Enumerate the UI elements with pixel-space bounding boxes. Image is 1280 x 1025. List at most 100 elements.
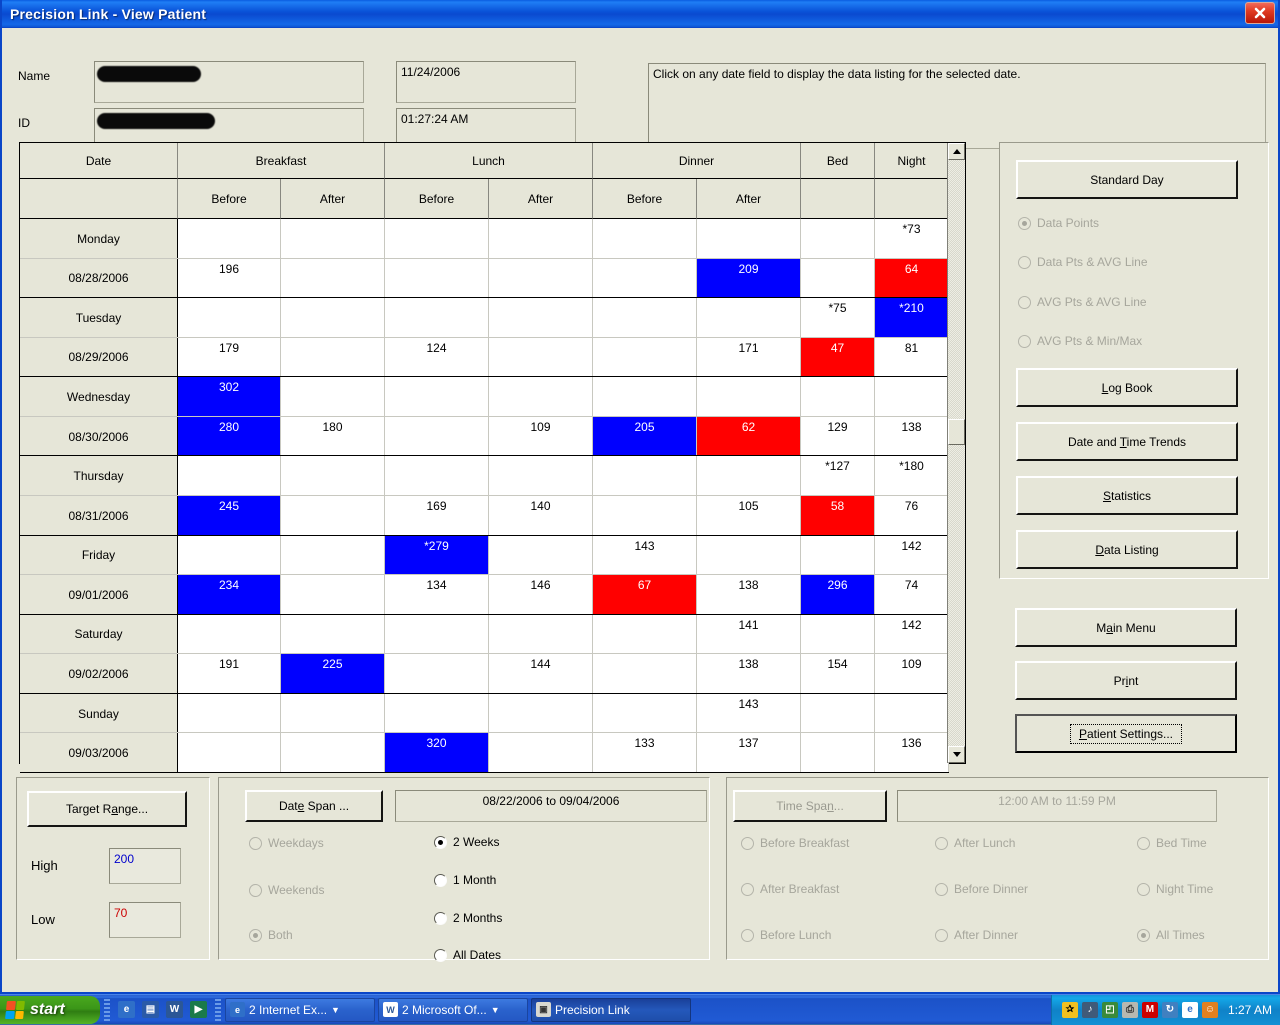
grid-cell[interactable] — [697, 536, 801, 576]
grid-cell[interactable]: 143 — [593, 536, 697, 576]
taskbar-grip[interactable] — [104, 999, 110, 1021]
date-and-time-trends-button[interactable]: Date and Time Trends — [1016, 422, 1238, 461]
grid-cell[interactable] — [489, 536, 593, 576]
grid-cell[interactable] — [281, 615, 385, 655]
row-header-date[interactable]: 09/03/2006 — [20, 733, 178, 773]
grid-cell[interactable] — [593, 219, 697, 259]
ie-tray-icon[interactable]: e — [1182, 1002, 1198, 1018]
grid-cell[interactable]: 320 — [385, 733, 489, 773]
row-header-date[interactable]: 09/02/2006 — [20, 654, 178, 694]
grid-cell[interactable] — [385, 417, 489, 457]
grid-cell[interactable] — [489, 694, 593, 734]
media-icon[interactable]: ▶ — [190, 1001, 207, 1018]
grid-cell[interactable] — [281, 338, 385, 378]
grid-cell[interactable] — [281, 456, 385, 496]
grid-cell[interactable]: 64 — [875, 259, 949, 299]
grid-cell[interactable]: 180 — [281, 417, 385, 457]
grid-cell[interactable]: 225 — [281, 654, 385, 694]
scroll-up-button[interactable] — [948, 143, 965, 160]
grid-cell[interactable]: 191 — [178, 654, 281, 694]
grid-cell[interactable] — [281, 496, 385, 536]
grid-cell[interactable]: 81 — [875, 338, 949, 378]
show-desktop-icon[interactable]: ▤ — [142, 1001, 159, 1018]
grid-cell[interactable] — [385, 377, 489, 417]
row-header-day[interactable]: Tuesday — [20, 298, 178, 338]
grid-cell[interactable] — [801, 733, 875, 773]
grid-cell[interactable] — [178, 298, 281, 338]
grid-cell[interactable]: *75 — [801, 298, 875, 338]
row-header-day[interactable]: Wednesday — [20, 377, 178, 417]
grid-cell[interactable]: 138 — [697, 575, 801, 615]
row-header-date[interactable]: 08/31/2006 — [20, 496, 178, 536]
grid-cell[interactable] — [385, 219, 489, 259]
high-field[interactable]: 200 — [109, 848, 181, 884]
grid-cell[interactable]: 280 — [178, 417, 281, 457]
grid-cell[interactable] — [281, 298, 385, 338]
scrollbar-thumb[interactable] — [948, 419, 965, 445]
grid-cell[interactable] — [489, 733, 593, 773]
grid-cell[interactable]: 169 — [385, 496, 489, 536]
chevron-down-icon[interactable]: ▼ — [331, 1005, 340, 1015]
period-2-weeks[interactable]: 2 Weeks — [434, 835, 499, 849]
row-header-day[interactable]: Saturday — [20, 615, 178, 655]
grid-cell[interactable] — [281, 694, 385, 734]
grid-cell[interactable] — [281, 536, 385, 576]
grid-scrollbar[interactable] — [947, 143, 965, 763]
grid-cell[interactable]: *210 — [875, 298, 949, 338]
internet-explorer-icon[interactable]: e — [118, 1001, 135, 1018]
grid-cell[interactable]: 209 — [697, 259, 801, 299]
grid-cell[interactable]: 67 — [593, 575, 697, 615]
grid-cell[interactable]: 138 — [697, 654, 801, 694]
grid-cell[interactable] — [593, 456, 697, 496]
grid-cell[interactable]: 129 — [801, 417, 875, 457]
row-header-day[interactable]: Monday — [20, 219, 178, 259]
grid-cell[interactable]: 205 — [593, 417, 697, 457]
print-button[interactable]: Print — [1015, 661, 1237, 700]
grid-cell[interactable]: 74 — [875, 575, 949, 615]
grid-cell[interactable]: 141 — [697, 615, 801, 655]
grid-cell[interactable] — [593, 298, 697, 338]
period-all-dates[interactable]: All Dates — [434, 948, 501, 962]
grid-cell[interactable] — [489, 615, 593, 655]
grid-cell[interactable] — [697, 298, 801, 338]
scrollbar-track[interactable] — [948, 160, 965, 746]
grid-cell[interactable] — [593, 259, 697, 299]
grid-cell[interactable] — [489, 259, 593, 299]
grid-cell[interactable]: 179 — [178, 338, 281, 378]
grid-cell[interactable]: 234 — [178, 575, 281, 615]
mcafee-icon[interactable]: M — [1142, 1002, 1158, 1018]
grid-cell[interactable]: 138 — [875, 417, 949, 457]
low-field[interactable]: 70 — [109, 902, 181, 938]
grid-cell[interactable]: 140 — [489, 496, 593, 536]
grid-cell[interactable] — [593, 338, 697, 378]
start-button[interactable]: start — [0, 996, 100, 1024]
target-range-button[interactable]: Target Range... — [27, 791, 187, 827]
word-icon[interactable]: W — [166, 1001, 183, 1018]
grid-cell[interactable]: 302 — [178, 377, 281, 417]
grid-cell[interactable]: 133 — [593, 733, 697, 773]
grid-cell[interactable] — [178, 615, 281, 655]
grid-cell[interactable] — [801, 377, 875, 417]
row-header-date[interactable]: 08/29/2006 — [20, 338, 178, 378]
messenger-icon[interactable]: ☺ — [1202, 1002, 1218, 1018]
grid-cell[interactable] — [178, 456, 281, 496]
taskbar-grip-2[interactable] — [215, 999, 221, 1021]
grid-cell[interactable]: 62 — [697, 417, 801, 457]
grid-cell[interactable] — [489, 377, 593, 417]
grid-cell[interactable]: 58 — [801, 496, 875, 536]
grid-cell[interactable]: 144 — [489, 654, 593, 694]
grid-cell[interactable]: 142 — [875, 536, 949, 576]
volume-icon[interactable]: ♪ — [1082, 1002, 1098, 1018]
grid-cell[interactable]: 76 — [875, 496, 949, 536]
grid-cell[interactable] — [178, 733, 281, 773]
grid-cell[interactable]: 137 — [697, 733, 801, 773]
grid-cell[interactable] — [593, 377, 697, 417]
grid-cell[interactable]: 245 — [178, 496, 281, 536]
grid-cell[interactable] — [697, 377, 801, 417]
grid-cell[interactable]: 171 — [697, 338, 801, 378]
grid-cell[interactable] — [875, 694, 949, 734]
network-icon[interactable]: ◰ — [1102, 1002, 1118, 1018]
main-menu-button[interactable]: Main Menu — [1015, 608, 1237, 647]
grid-cell[interactable]: 109 — [875, 654, 949, 694]
row-header-date[interactable]: 08/30/2006 — [20, 417, 178, 457]
